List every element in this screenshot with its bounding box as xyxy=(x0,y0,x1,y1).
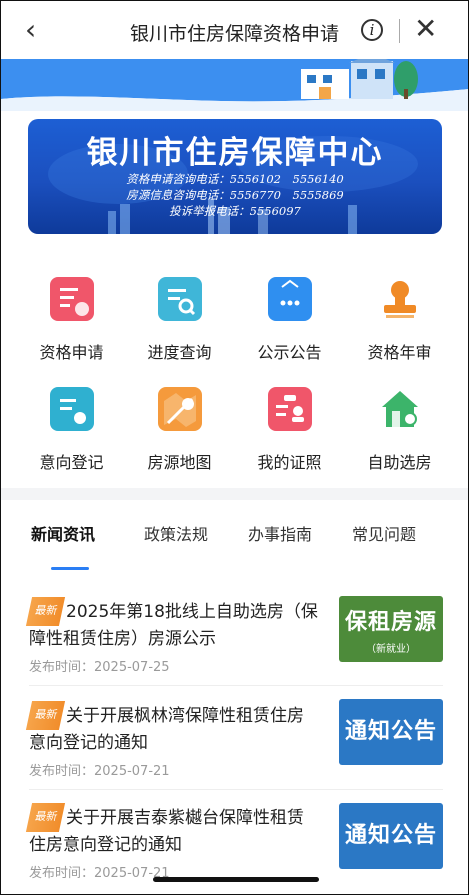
tab-news[interactable]: 新闻资讯 xyxy=(31,521,95,545)
news-title: 最新 关于开展吉泰紫樾台保障性租赁住房意向登记的通知 xyxy=(25,803,319,858)
map-pin-icon xyxy=(157,387,202,431)
doc-search-icon xyxy=(157,277,202,321)
banner-title: 银川市住房保障中心 xyxy=(86,135,384,171)
row-divider xyxy=(29,789,443,790)
news-title: 最新 2025年第18批线上自助选房（保障性租赁住房）房源公示 xyxy=(25,597,319,652)
thumbnail-text: 通知公告 xyxy=(344,823,437,848)
close-icon[interactable]: ✕ xyxy=(414,13,437,45)
menu-item-label: 资格年审 xyxy=(367,343,432,362)
form-pen-icon xyxy=(49,277,94,321)
menu-item-qualification-apply[interactable]: 资格申请 xyxy=(13,277,130,363)
new-badge: 最新 xyxy=(25,597,66,626)
thumbnail-text: 保租房源 xyxy=(344,610,437,635)
thumbnail-text: 通知公告 xyxy=(344,719,437,744)
new-badge: 最新 xyxy=(25,803,66,832)
house-search-icon xyxy=(378,387,422,431)
announcement-board-icon xyxy=(267,277,312,321)
news-title: 最新 关于开展枫林湾保障性租赁住房意向登记的通知 xyxy=(25,701,319,756)
menu-item-label: 资格申请 xyxy=(39,343,104,362)
home-indicator[interactable] xyxy=(153,877,319,882)
news-thumbnail: 通知公告 xyxy=(339,803,443,869)
news-item[interactable]: 最新 2025年第18批线上自助选房（保障性租赁住房）房源公示 发布时间：2025… xyxy=(25,596,443,677)
new-badge: 最新 xyxy=(25,701,66,730)
menu-item-label: 自助选房 xyxy=(367,453,432,472)
clipboard-heart-icon xyxy=(49,387,94,431)
news-tabs: 新闻资讯 政策法规 办事指南 常见问题 xyxy=(1,521,468,551)
menu-item-progress-query[interactable]: 进度查询 xyxy=(121,277,238,363)
menu-item-label: 公示公告 xyxy=(257,343,322,362)
menu-item-announcement[interactable]: 公示公告 xyxy=(231,277,348,363)
news-date: 发布时间：2025-07-21 xyxy=(29,764,170,779)
banner-line: 投诉举报电话：5556097 xyxy=(169,204,301,218)
menu-item-self-select-house[interactable]: 自助选房 xyxy=(341,387,458,473)
banner-line: 资格申请咨询电话：5556102 5556140 xyxy=(126,172,344,186)
news-title-text: 2025年第18批线上自助选房（保障性租赁住房）房源公示 xyxy=(29,602,318,649)
menu-item-housing-map[interactable]: 房源地图 xyxy=(121,387,238,473)
id-card-icon xyxy=(267,387,312,431)
divider xyxy=(399,19,400,43)
menu-item-my-licenses[interactable]: 我的证照 xyxy=(231,387,348,473)
banner-image[interactable]: 银川市住房保障中心 资格申请咨询电话：5556102 5556140 房源信息咨… xyxy=(28,119,442,234)
city-skyline-decoration xyxy=(1,59,468,111)
row-divider xyxy=(29,685,443,686)
active-tab-indicator xyxy=(51,567,89,570)
news-thumbnail: 通知公告 xyxy=(339,699,443,765)
menu-item-label: 我的证照 xyxy=(257,453,322,472)
news-thumbnail: 保租房源 （新就业） xyxy=(339,596,443,662)
app-frame: ‹ 银川市住房保障资格申请 i ✕ 银川市住房保障中心 资格申请咨询电话：555… xyxy=(0,0,469,895)
menu-item-intent-register[interactable]: 意向登记 xyxy=(13,387,130,473)
news-item[interactable]: 最新 关于开展枫林湾保障性租赁住房意向登记的通知 发布时间：2025-07-21 … xyxy=(25,699,443,781)
news-title-text: 关于开展枫林湾保障性租赁住房意向登记的通知 xyxy=(29,706,304,753)
top-bar: ‹ 银川市住房保障资格申请 i ✕ xyxy=(1,1,468,61)
news-date: 发布时间：2025-07-25 xyxy=(29,660,170,675)
thumbnail-subtext: （新就业） xyxy=(366,644,416,655)
menu-item-label: 进度查询 xyxy=(147,343,212,362)
info-icon[interactable]: i xyxy=(361,19,383,41)
news-date: 发布时间：2025-07-21 xyxy=(29,866,170,881)
stamp-icon xyxy=(378,277,422,321)
menu-item-label: 房源地图 xyxy=(147,453,212,472)
section-divider xyxy=(1,488,468,500)
tab-policy[interactable]: 政策法规 xyxy=(144,521,208,545)
news-title-text: 关于开展吉泰紫樾台保障性租赁住房意向登记的通知 xyxy=(29,808,304,855)
tab-guide[interactable]: 办事指南 xyxy=(248,521,312,545)
page-title: 银川市住房保障资格申请 xyxy=(129,23,339,45)
menu-item-annual-review[interactable]: 资格年审 xyxy=(341,277,458,363)
menu-item-label: 意向登记 xyxy=(39,453,104,472)
banner-line: 房源信息咨询电话：5556770 5555869 xyxy=(126,188,344,202)
news-item[interactable]: 最新 关于开展吉泰紫樾台保障性租赁住房意向登记的通知 发布时间：2025-07-2… xyxy=(25,803,443,883)
tab-faq[interactable]: 常见问题 xyxy=(352,521,416,545)
